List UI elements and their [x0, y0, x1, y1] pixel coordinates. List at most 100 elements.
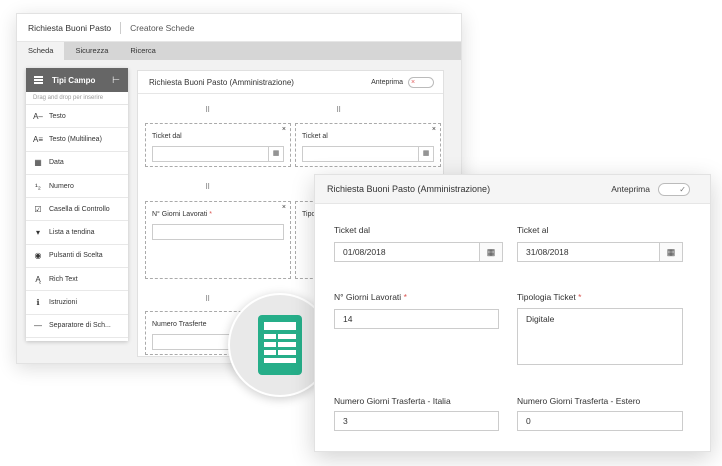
palette-item-label: Testo: [49, 112, 66, 120]
info-icon: ℹ: [36, 298, 40, 308]
tab-scheda[interactable]: Scheda: [17, 42, 65, 60]
palette-item-lista[interactable]: ▾ Lista a tendina: [26, 221, 128, 245]
field-types-palette: Tipi Campo ⊢ Drag and drop per inserire …: [26, 68, 128, 341]
field-label: Ticket dal: [152, 133, 182, 140]
field-ticket-al[interactable]: Ticket al × ▦: [295, 123, 441, 167]
text-icon: A–: [33, 111, 43, 121]
field-giorni-lavorati[interactable]: N° Giorni Lavorati * ×: [145, 201, 291, 279]
ticket-dal-value: 01/08/2018: [343, 247, 386, 257]
drag-handle-icon[interactable]: ⠿: [205, 183, 210, 191]
palette-item-label: Testo (Multilinea): [49, 135, 102, 143]
close-icon[interactable]: ×: [282, 204, 286, 211]
form-document-icon: [258, 315, 302, 375]
tab-sicurezza[interactable]: Sicurezza: [64, 42, 119, 60]
calendar-icon: ▦: [34, 158, 42, 168]
palette-item-label: Numero: [49, 182, 74, 190]
tipologia-ticket-label-text: Tipologia Ticket: [517, 292, 576, 302]
tipologia-ticket-textarea[interactable]: Digitale: [517, 308, 683, 365]
close-icon[interactable]: ×: [282, 126, 286, 133]
separator-icon: —: [34, 321, 42, 331]
collapse-panel-icon[interactable]: ⊢: [112, 75, 120, 86]
palette-item-label: Separatore di Sch...: [49, 322, 111, 330]
field-label: Numero Trasferte: [152, 321, 207, 328]
preview-header: Richiesta Buoni Pasto (Amministrazione) …: [315, 175, 710, 204]
canvas-header: Richiesta Buoni Pasto (Amministrazione) …: [138, 71, 443, 94]
close-icon[interactable]: ×: [432, 126, 436, 133]
giorni-lavorati-label: N° Giorni Lavorati *: [334, 292, 407, 302]
preview-label: Anteprima: [611, 184, 650, 194]
drag-handle-icon[interactable]: ⠿: [205, 295, 210, 303]
ticket-dal-input[interactable]: 01/08/2018 ▦: [334, 242, 503, 262]
preview-toggle[interactable]: ✓: [658, 182, 690, 196]
field-ticket-dal[interactable]: Ticket dal × ▦: [145, 123, 291, 167]
form-preview-window: Richiesta Buoni Pasto (Amministrazione) …: [314, 174, 711, 452]
calendar-icon[interactable]: ▦: [418, 147, 433, 161]
check-icon: ✓: [679, 184, 686, 194]
preview-label: Anteprima: [371, 78, 403, 86]
giorni-lavorati-value: 14: [343, 314, 353, 324]
rich-text-icon: Ą: [35, 274, 41, 284]
palette-item-istruzioni[interactable]: ℹ Istruzioni: [26, 291, 128, 315]
trasferta-italia-value: 3: [343, 416, 348, 426]
required-mark: *: [403, 292, 407, 302]
checkbox-icon: ☑: [34, 204, 42, 214]
drag-handle-icon[interactable]: ⠿: [205, 106, 210, 114]
multiline-text-icon: A≡: [33, 134, 44, 144]
form-builder-subtitle: Creatore Schede: [130, 22, 195, 33]
calendar-icon[interactable]: ▦: [659, 243, 682, 261]
palette-title: Tipi Campo: [52, 75, 96, 85]
palette-header: Tipi Campo ⊢: [26, 68, 128, 92]
trasferta-italia-input[interactable]: 3: [334, 411, 499, 431]
preview-title: Richiesta Buoni Pasto (Amministrazione): [327, 184, 491, 194]
trasferta-italia-label: Numero Giorni Trasferta - Italia: [334, 396, 451, 406]
field-label: Ticket al: [302, 133, 328, 140]
window-title-bar: Richiesta Buoni Pasto Creatore Schede: [17, 14, 461, 42]
palette-item-label: Istruzioni: [49, 299, 78, 307]
palette-hint: Drag and drop per inserire: [26, 92, 128, 105]
required-mark: *: [209, 211, 213, 218]
palette-item-label: Data: [49, 159, 64, 167]
palette-item-testo-multilinea[interactable]: A≡ Testo (Multilinea): [26, 128, 128, 152]
preview-toggle[interactable]: ×: [408, 76, 434, 88]
ticket-al-input[interactable]: 31/08/2018 ▦: [517, 242, 683, 262]
ticket-al-label: Ticket al: [517, 225, 549, 235]
trasferta-estero-input[interactable]: 0: [517, 411, 683, 431]
calendar-icon[interactable]: ▦: [479, 243, 502, 261]
ticket-al-value: 31/08/2018: [526, 247, 569, 257]
palette-item-data[interactable]: ▦ Data: [26, 152, 128, 175]
palette-item-label: Rich Text: [49, 275, 78, 283]
date-input[interactable]: ▦: [152, 146, 284, 162]
palette-item-label: Lista a tendina: [49, 229, 95, 237]
canvas-title: Richiesta Buoni Pasto (Amministrazione): [149, 77, 294, 87]
tab-ricerca[interactable]: Ricerca: [119, 42, 166, 60]
tipologia-ticket-value: Digitale: [526, 314, 555, 324]
palette-item-label: Casella di Controllo: [49, 205, 110, 213]
palette-item-testo[interactable]: A– Testo: [26, 105, 128, 129]
required-mark: *: [578, 292, 582, 302]
palette-item-label: Pulsanti di Scelta: [49, 252, 103, 260]
number-icon: ¹₂: [35, 181, 41, 191]
date-input[interactable]: ▦: [302, 146, 434, 162]
field-label-text: N° Giorni Lavorati: [152, 211, 208, 218]
palette-item-pulsanti[interactable]: ◉ Pulsanti di Scelta: [26, 245, 128, 269]
toggle-off-icon: ×: [411, 78, 416, 86]
palette-item-numero[interactable]: ¹₂ Numero: [26, 175, 128, 199]
trasferta-estero-label: Numero Giorni Trasferta - Estero: [517, 396, 641, 406]
menu-icon[interactable]: [34, 75, 43, 86]
palette-item-rich-text[interactable]: Ą Rich Text: [26, 268, 128, 292]
tipologia-ticket-label: Tipologia Ticket *: [517, 292, 581, 302]
ticket-dal-label: Ticket dal: [334, 225, 371, 235]
tab-bar: Scheda Sicurezza Ricerca: [17, 42, 461, 60]
number-input[interactable]: [152, 224, 284, 240]
calendar-icon[interactable]: ▦: [268, 147, 283, 161]
radio-icon: ◉: [34, 251, 42, 261]
giorni-lavorati-input[interactable]: 14: [334, 309, 499, 329]
palette-item-separatore[interactable]: — Separatore di Sch...: [26, 315, 128, 338]
form-title: Richiesta Buoni Pasto: [28, 22, 112, 33]
trasferta-estero-value: 0: [526, 416, 531, 426]
drag-handle-icon[interactable]: ⠿: [336, 106, 341, 114]
field-label: N° Giorni Lavorati *: [152, 211, 212, 218]
palette-item-casella[interactable]: ☑ Casella di Controllo: [26, 198, 128, 222]
dropdown-icon: ▾: [35, 228, 40, 238]
giorni-lavorati-label-text: N° Giorni Lavorati: [334, 292, 402, 302]
